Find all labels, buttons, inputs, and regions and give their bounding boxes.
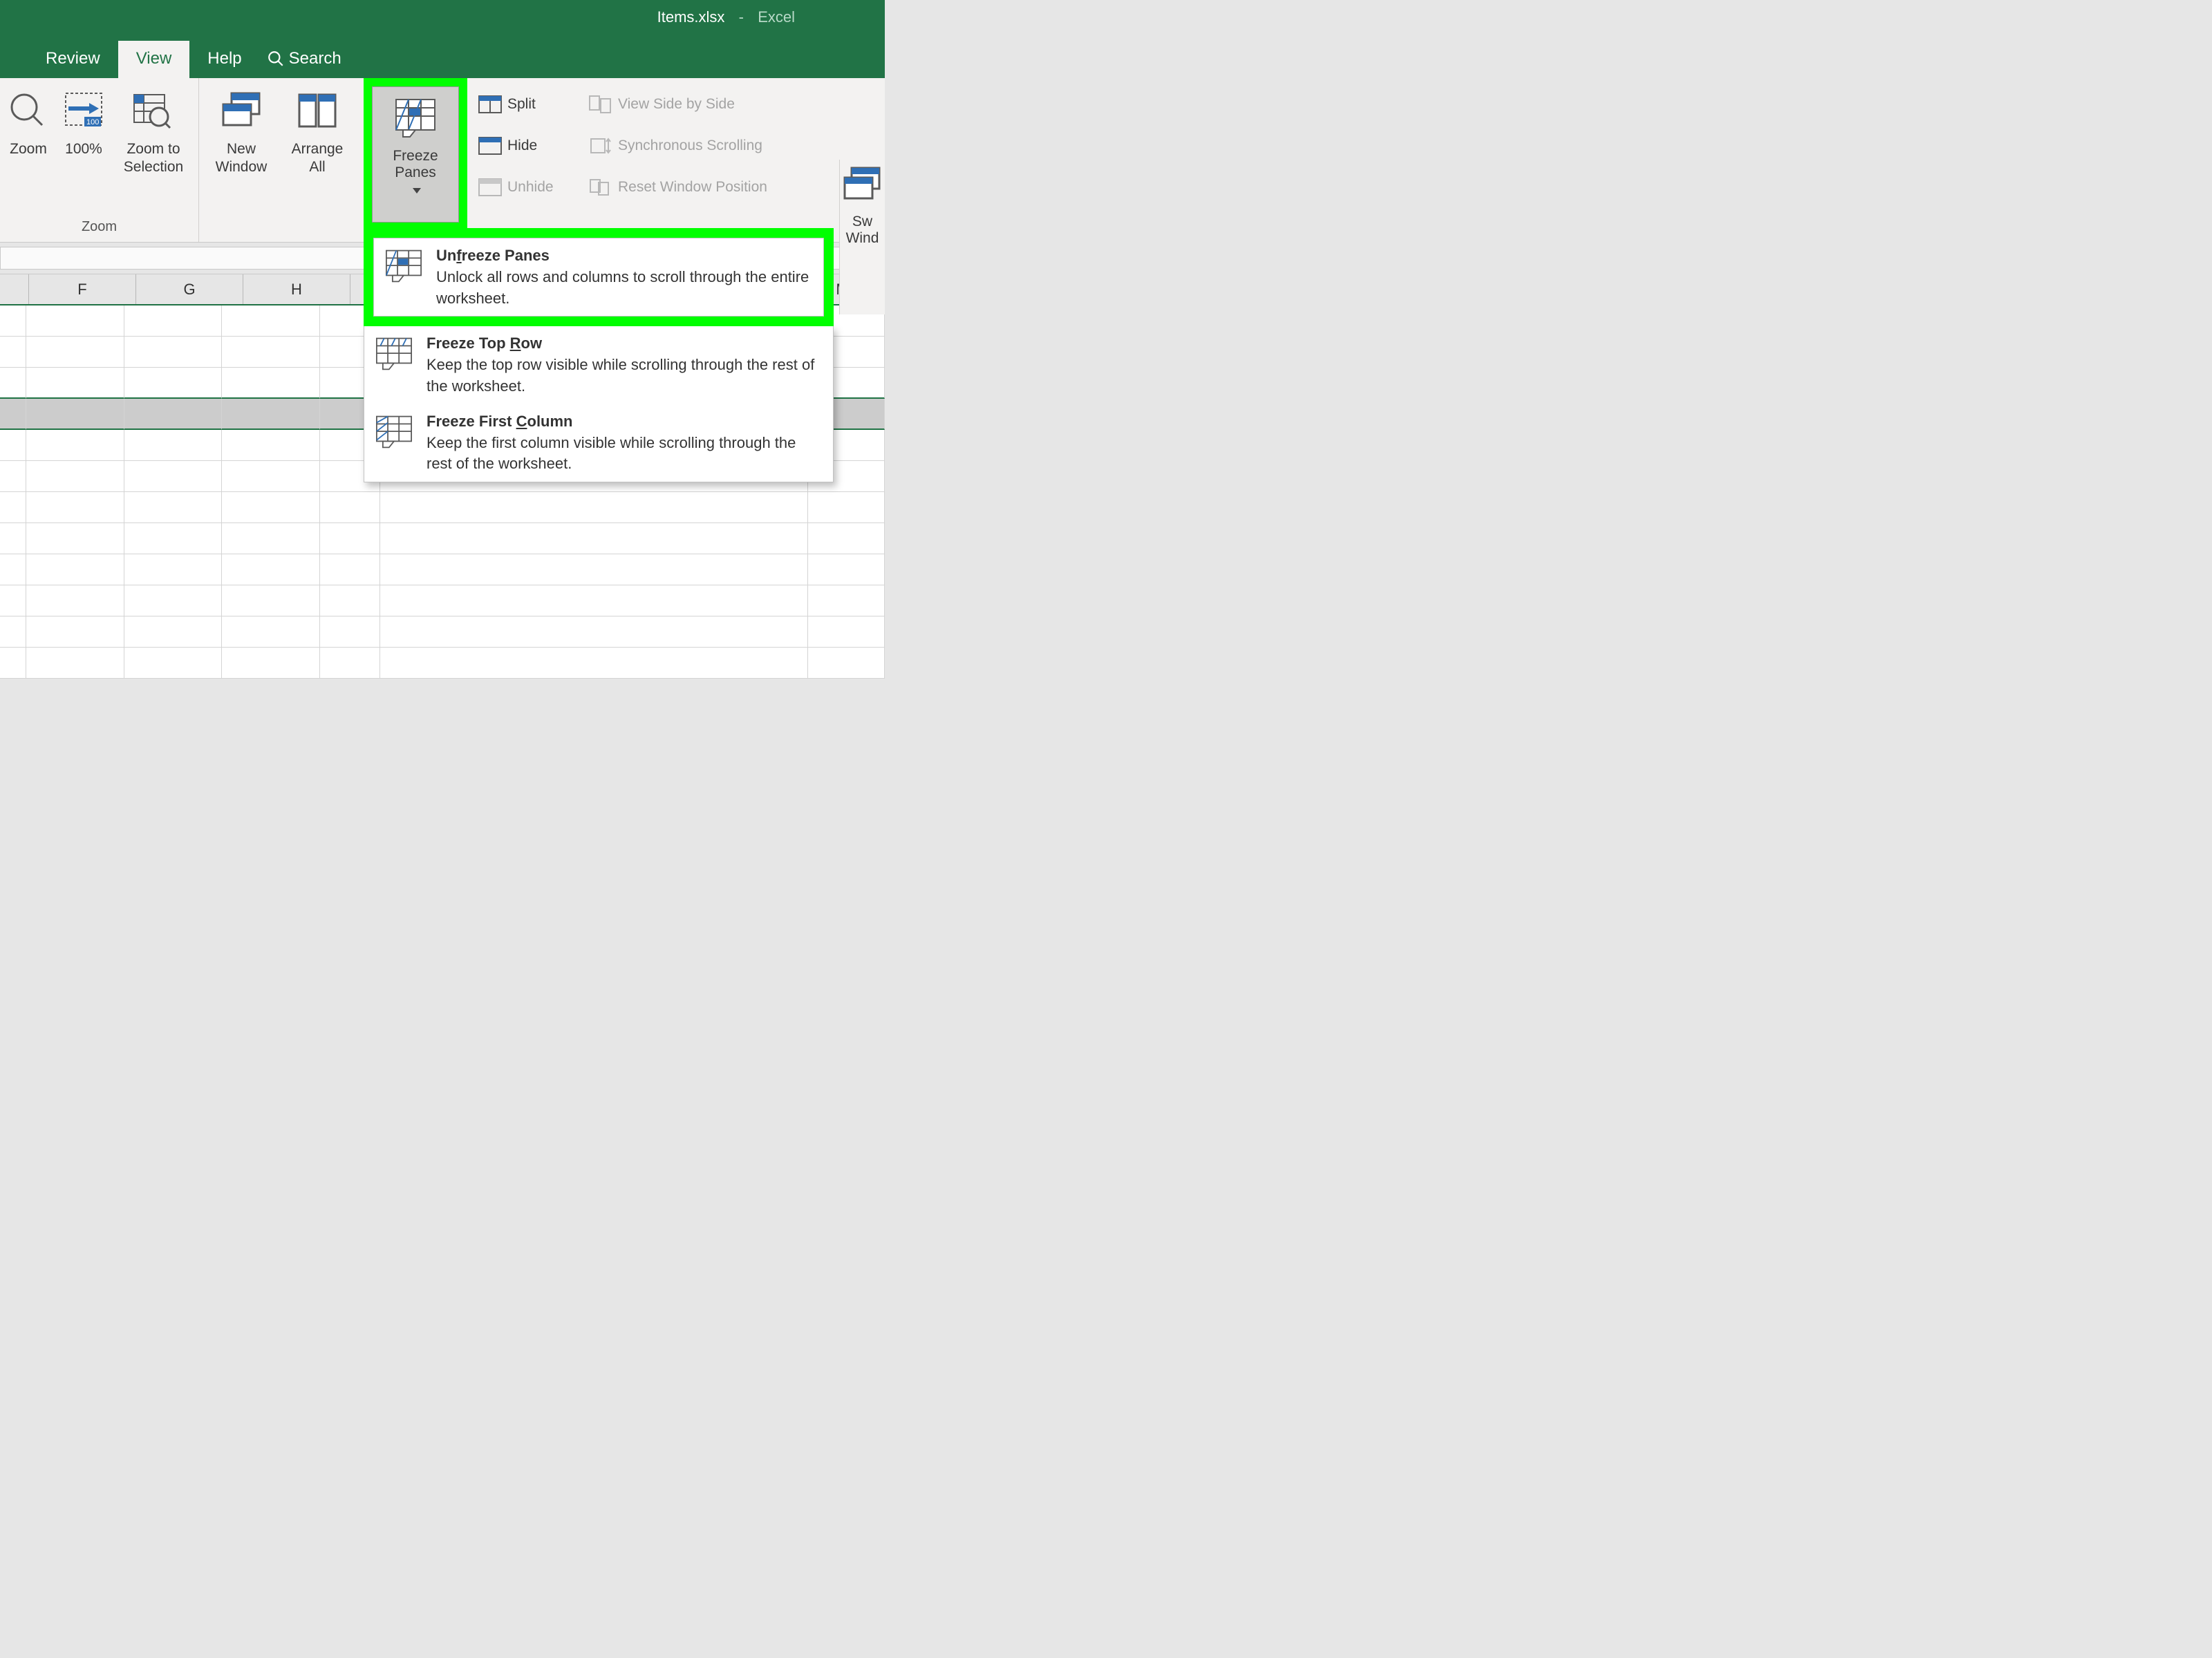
freeze-first-column-desc: Keep the first column visible while scro… [427,433,823,475]
zoom-button[interactable]: Zoom [4,82,53,207]
tab-view[interactable]: View [118,41,190,78]
grid-row[interactable] [0,554,885,585]
hide-button[interactable]: Hide [478,128,554,164]
search-label: Search [289,49,341,68]
unfreeze-panes-menu-item[interactable]: Unfreeze Panes Unlock all rows and colum… [373,238,824,317]
switch-windows-label-2: Wind [846,230,879,247]
sync-scroll-label: Synchronous Scrolling [618,138,762,154]
side-by-side-label: View Side by Side [618,96,735,113]
chevron-down-icon [413,188,421,194]
freeze-panes-button-highlight: Freeze Panes [364,78,467,231]
freeze-panes-icon [393,97,438,141]
new-window-label: New Window [216,140,268,177]
freeze-top-row-menu-item[interactable]: Freeze Top Row Keep the top row visible … [364,326,833,404]
view-side-by-side-button[interactable]: View Side by Side [589,86,767,122]
grid-row[interactable] [0,648,885,679]
freeze-panes-label: Freeze Panes [393,148,438,181]
ribbon-tabs: Review View Help Search [0,39,885,78]
switch-windows-icon [841,164,885,208]
zoom-to-selection-button[interactable]: Zoom to Selection [115,82,192,207]
unfreeze-panes-icon [384,245,424,288]
ribbon-group-zoom-label: Zoom [4,219,194,239]
arrange-all-button[interactable]: Arrange All [279,82,355,207]
freeze-first-column-icon [374,411,414,453]
hide-label: Hide [507,138,537,154]
arrange-all-label: Arrange All [292,140,344,177]
unfreeze-panes-desc: Unlock all rows and columns to scroll th… [436,267,814,310]
unhide-label: Unhide [507,179,554,196]
search-button[interactable]: Search [260,41,355,78]
svg-text:100: 100 [86,118,99,126]
title-filename: Items.xlsx [657,8,725,26]
zoom-selection-icon [131,89,176,133]
freeze-first-column-menu-item[interactable]: Freeze First Column Keep the first colum… [364,404,833,482]
unfreeze-panes-title: Unfreeze Panes [436,245,814,267]
freeze-first-column-title: Freeze First Column [427,411,823,433]
freeze-top-row-desc: Keep the top row visible while scrolling… [427,355,823,397]
ribbon-group-zoom: Zoom 100 100% [0,78,199,242]
zoom-to-selection-label: Zoom to Selection [124,140,183,177]
title-bar: Items.xlsx - Excel [0,0,885,39]
grid-row[interactable] [0,492,885,523]
ribbon-group-window-spacer [203,219,359,239]
column-header-G[interactable]: G [136,274,243,304]
reset-pos-icon [589,177,612,198]
column-header-F[interactable]: F [29,274,136,304]
arrange-all-icon [295,89,339,133]
freeze-panes-dropdown: Unfreeze Panes Unlock all rows and colum… [364,228,834,482]
switch-windows-button[interactable]: Sw Wind [839,160,885,314]
search-icon [267,50,285,68]
new-window-button[interactable]: New Window [203,82,279,207]
new-window-icon [219,89,263,133]
title-separator: - [730,8,752,26]
unfreeze-panes-highlight: Unfreeze Panes Unlock all rows and colum… [364,228,834,326]
zoom-100-button[interactable]: 100 100% [53,82,115,207]
split-icon [478,94,502,115]
magnifier-icon [6,89,50,133]
unhide-icon [478,177,502,198]
freeze-top-row-icon [374,333,414,375]
zoom-100-icon: 100 [62,89,106,133]
switch-windows-label-1: Sw [852,214,872,230]
freeze-panes-button[interactable]: Freeze Panes [372,86,459,223]
unhide-button[interactable]: Unhide [478,169,554,205]
column-header-stub[interactable] [0,274,29,304]
column-header-H[interactable]: H [243,274,350,304]
reset-window-position-button[interactable]: Reset Window Position [589,169,767,205]
hide-icon [478,135,502,156]
grid-row[interactable] [0,523,885,554]
reset-pos-label: Reset Window Position [618,179,767,196]
split-button[interactable]: Split [478,86,554,122]
grid-row[interactable] [0,585,885,616]
freeze-top-row-title: Freeze Top Row [427,333,823,355]
ribbon-group-window-left: New Window Arrange All [199,78,364,242]
zoom-100-label: 100% [65,140,102,158]
tab-help[interactable]: Help [189,41,259,78]
sync-scroll-icon [589,135,612,156]
zoom-label: Zoom [10,140,47,158]
synchronous-scrolling-button[interactable]: Synchronous Scrolling [589,128,767,164]
tab-review[interactable]: Review [28,41,118,78]
side-by-side-icon [589,94,612,115]
split-label: Split [507,96,536,113]
title-app: Excel [758,8,795,26]
grid-row[interactable] [0,616,885,648]
